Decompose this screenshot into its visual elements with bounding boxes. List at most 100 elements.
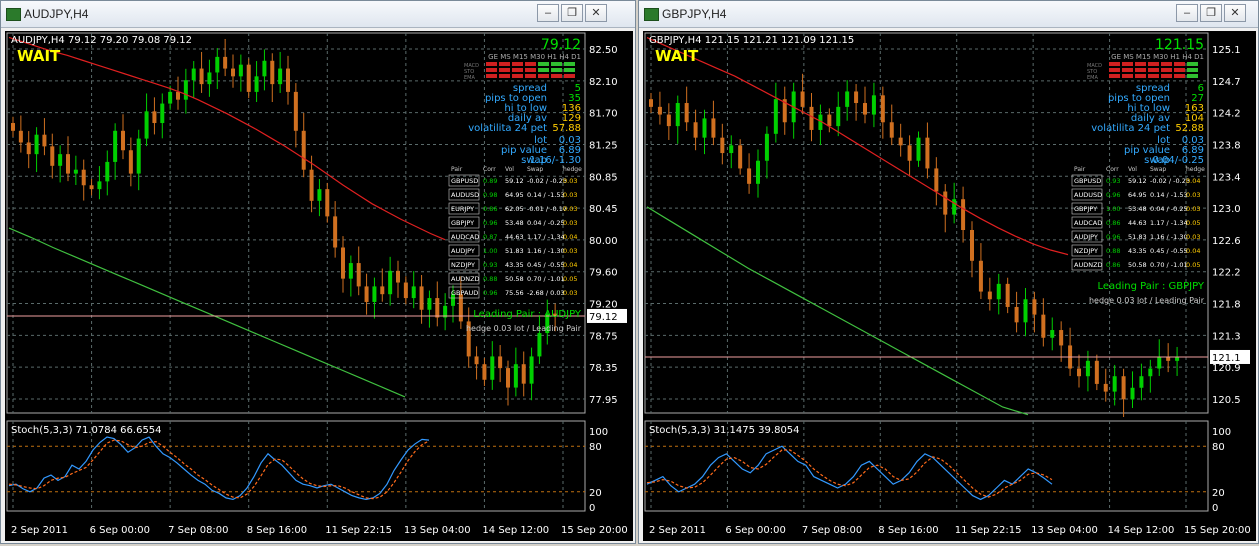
time-tick-label: 11 Sep 22:15: [955, 525, 1022, 536]
title-bar[interactable]: GBPJPY,H4 – ❐ ✕: [639, 1, 1258, 28]
signal-cell: [486, 68, 497, 72]
candle-body: [262, 60, 267, 77]
candle-body: [773, 99, 778, 134]
candle-body: [325, 189, 330, 217]
candle-body: [764, 133, 769, 161]
candle-body: [880, 95, 885, 123]
window-gbpjpy[interactable]: GBPJPY,H4 – ❐ ✕ 125.1 124.7 124.2 123.8 123.…: [638, 0, 1259, 544]
candle-body: [970, 230, 974, 261]
signal-cell: [1148, 62, 1159, 66]
candle-body: [836, 106, 841, 127]
table-cell: 0.96: [1106, 233, 1120, 241]
chart-window-icon: [6, 8, 21, 21]
candle-body: [1005, 283, 1010, 307]
candle-body: [978, 260, 983, 292]
candle-body: [987, 291, 992, 300]
restore-icon[interactable]: ❐: [561, 4, 583, 22]
candle-body: [738, 145, 743, 169]
chart-area[interactable]: 125.1 124.7 124.2 123.8 123.4 123.0 122.6 122.2…: [643, 31, 1256, 541]
wait-signal: WAIT: [655, 47, 699, 65]
price-tick-label: 121.8: [1212, 300, 1241, 311]
timeframe-header: GE MS M15 M30 H1 H4 D1: [1111, 53, 1204, 61]
candle-body: [952, 199, 957, 215]
table-cell: GBPJPY: [451, 219, 474, 227]
time-tick-label: 2 Sep 2011: [11, 525, 68, 536]
price-tick-label: 79.60: [589, 268, 618, 279]
candle-body: [73, 169, 78, 174]
candle-body: [474, 356, 479, 365]
signal-cell: [512, 62, 523, 66]
candle-body: [1032, 299, 1037, 315]
table-cell: 53.48: [505, 219, 524, 227]
price-tick-label: 123.4: [1212, 172, 1241, 183]
chart-svg[interactable]: 125.1 124.7 124.2 123.8 123.4 123.0 122.6 122.2…: [643, 31, 1256, 541]
table-cell: 53.48: [1128, 205, 1147, 213]
candle-body: [238, 64, 243, 77]
table-header: Vol: [505, 166, 514, 173]
price-tick-label: 121.3: [1212, 331, 1241, 342]
table-cell: 51.83: [1128, 233, 1147, 241]
time-tick-label: 6 Sep 00:00: [90, 525, 150, 536]
candle-body: [301, 130, 306, 170]
candle-body: [720, 137, 725, 154]
candle-body: [136, 138, 141, 174]
price-tick-label: 120.9: [1212, 363, 1241, 374]
price-tick-label: 82.10: [589, 77, 618, 88]
candle-body: [199, 68, 204, 85]
candle-body: [684, 103, 689, 123]
stat-value: 0.04/-0.25: [1152, 155, 1204, 166]
candle-body: [419, 286, 424, 310]
current-price-label: 79.12: [589, 312, 618, 323]
chart-svg[interactable]: 82.50 82.10 81.70 81.25 80.85 80.45 80.00 79.60…: [5, 31, 633, 541]
restore-icon[interactable]: ❐: [1200, 4, 1222, 22]
price-tick-label: 79.20: [589, 300, 618, 311]
ma-red-line: [646, 37, 1069, 256]
table-cell: 0.03: [563, 177, 577, 185]
signal-cell: [538, 68, 549, 72]
table-cell: 43.35: [505, 261, 524, 269]
candle-body: [81, 169, 86, 186]
table-cell: GBPUSD: [451, 177, 478, 185]
candle-body: [537, 333, 542, 357]
ma-green-line: [8, 227, 406, 398]
window-title: AUDJPY,H4: [24, 7, 89, 21]
signal-cell: [1122, 74, 1133, 78]
table-cell: 0.04 / -0.25: [527, 219, 565, 227]
candle-body: [435, 298, 440, 318]
minimize-icon[interactable]: –: [1176, 4, 1198, 22]
candle-body: [657, 106, 662, 115]
chart-area[interactable]: 82.50 82.10 81.70 81.25 80.85 80.45 80.00 79.60…: [5, 31, 633, 541]
close-icon[interactable]: ✕: [585, 4, 607, 22]
candle-body: [89, 185, 94, 190]
signal-cell: [551, 74, 562, 78]
table-cell: 0.96: [483, 289, 497, 297]
stat-label: volatilita 24 pet: [1091, 123, 1170, 134]
time-tick-label: 7 Sep 08:00: [802, 525, 862, 536]
signal-cell: [551, 62, 562, 66]
table-cell: 0.03: [563, 247, 577, 255]
title-bar[interactable]: AUDJPY,H4 – ❐ ✕: [1, 1, 635, 28]
table-cell: 0.87: [483, 233, 497, 241]
chart-window-icon: [644, 8, 659, 21]
price-tick-label: 124.7: [1212, 77, 1241, 88]
table-cell: 0.05: [1186, 219, 1200, 227]
table-cell: 44.63: [505, 233, 524, 241]
candle-body: [693, 122, 698, 138]
close-icon[interactable]: ✕: [1224, 4, 1246, 22]
timeframe-header: GE MS M15 M30 H1 H4 D1: [488, 53, 581, 61]
candle-body: [482, 364, 487, 380]
table-cell: AUDUSD: [451, 191, 479, 199]
window-audjpy[interactable]: AUDJPY,H4 – ❐ ✕ 82.50 82.10 81.70 81.25 80.8…: [0, 0, 636, 544]
candle-body: [215, 56, 220, 73]
table-cell: AUDJPY: [1074, 233, 1098, 241]
minimize-icon[interactable]: –: [537, 4, 559, 22]
table-cell: -0.02 / -0.23: [1150, 177, 1190, 185]
candle-body: [1112, 376, 1117, 392]
table-cell: 0.04: [1186, 247, 1200, 255]
table-cell: 0.03: [563, 219, 577, 227]
table-cell: NZDJPY: [451, 261, 475, 269]
signal-cell: [1174, 62, 1185, 66]
table-cell: AUDCAD: [1074, 219, 1102, 227]
indicator-row-label: EMA: [1087, 75, 1098, 81]
table-cell: 0.05: [1186, 261, 1200, 269]
